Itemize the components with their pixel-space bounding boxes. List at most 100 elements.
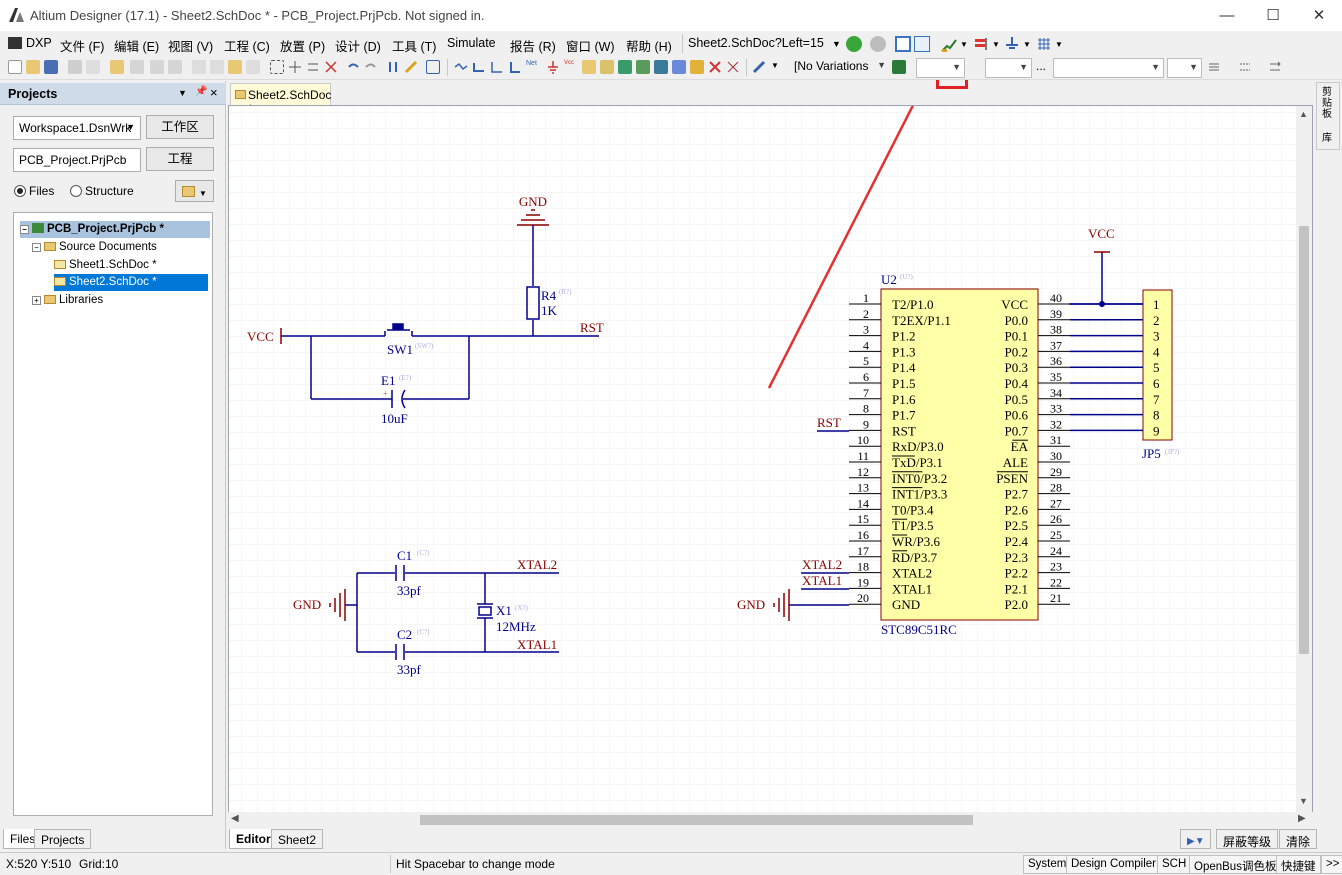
menu-tools[interactable]: 工具 (T) [392, 36, 436, 55]
sch-button[interactable]: SCH [1157, 855, 1192, 874]
scroll-down-icon[interactable]: ▼ [1299, 796, 1308, 806]
zoom-selected-icon[interactable] [168, 60, 182, 74]
design-compiler-button[interactable]: Design Compiler [1066, 855, 1162, 874]
document-icon[interactable] [914, 36, 930, 52]
diff-pair-icon[interactable] [726, 60, 740, 74]
clipboard-tab[interactable]: 剪贴板 [1322, 87, 1336, 120]
chevron-down-icon[interactable]: ▼ [1023, 40, 1031, 49]
project-field[interactable]: PCB_Project.PrjPcb [13, 148, 141, 172]
font-size-select[interactable]: ▼ [985, 58, 1032, 78]
signal-harness-icon[interactable] [508, 60, 522, 74]
address-field[interactable]: Sheet2.SchDoc?Left=15 [688, 36, 830, 50]
print-preview-icon[interactable] [86, 60, 100, 74]
device-sheet-icon[interactable] [636, 60, 650, 74]
back-icon[interactable] [846, 36, 862, 52]
new-icon[interactable] [8, 60, 22, 74]
align-icon[interactable] [1207, 60, 1221, 74]
place-wire-icon[interactable] [454, 60, 468, 74]
zoom-area-icon[interactable] [150, 60, 164, 74]
undo-icon[interactable] [346, 60, 360, 74]
close-button[interactable]: ✕ [1296, 0, 1342, 31]
place-bus-icon[interactable] [472, 60, 486, 74]
open-project-icon[interactable] [110, 60, 124, 74]
vcc-port-icon[interactable]: Vcc [564, 60, 578, 74]
redo-icon[interactable] [364, 60, 378, 74]
font-select[interactable]: ▼ [1053, 58, 1164, 78]
menu-reports[interactable]: 报告 (R) [510, 36, 556, 55]
project-options-button[interactable]: ▼ [175, 180, 214, 202]
clear-filter-icon[interactable] [324, 60, 338, 74]
library-tab[interactable]: 库 [1322, 129, 1336, 144]
save-icon[interactable] [44, 60, 58, 74]
expand-icon[interactable]: + [32, 296, 41, 305]
more-icon[interactable]: ... [1036, 59, 1046, 73]
menu-window[interactable]: 窗口 (W) [566, 36, 615, 55]
collapse-icon[interactable]: − [32, 243, 41, 252]
menu-edit[interactable]: 编辑 (E) [114, 36, 159, 55]
close-icon[interactable]: × [210, 85, 218, 100]
move-icon[interactable] [288, 60, 302, 74]
document-tab[interactable]: Sheet2.SchDoc * [230, 83, 331, 116]
harness-connector-icon[interactable] [654, 60, 668, 74]
scroll-up-icon[interactable]: ▲ [1299, 109, 1308, 119]
gnd-port-icon[interactable] [546, 60, 560, 74]
mask-filter-button[interactable]: ▶▼ [1180, 829, 1211, 849]
port-icon[interactable] [690, 60, 704, 74]
system-button[interactable]: System [1023, 855, 1072, 874]
open-icon[interactable] [26, 60, 40, 74]
tree-item-source-documents[interactable]: − Source Documents [32, 239, 157, 256]
minimize-button[interactable]: — [1204, 0, 1250, 31]
deselect-icon[interactable] [306, 60, 320, 74]
paste-icon[interactable] [228, 60, 242, 74]
vertical-scrollbar[interactable]: ▲ ▼ [1296, 106, 1312, 812]
collapse-icon[interactable]: − [20, 225, 29, 234]
zoom-fit-icon[interactable] [130, 60, 144, 74]
print-icon[interactable] [68, 60, 82, 74]
sheet-symbol-icon[interactable] [600, 60, 614, 74]
menu-simulate[interactable]: Simulate [447, 36, 496, 50]
more-panels-button[interactable]: >> [1321, 855, 1342, 874]
openbus-palette-button[interactable]: OpenBus调色板 [1189, 855, 1282, 874]
panel-menu-icon[interactable]: ▼ [178, 88, 187, 98]
menu-place[interactable]: 放置 (P) [280, 36, 325, 55]
copy-icon[interactable] [210, 60, 224, 74]
structure-radio[interactable]: Structure [70, 184, 134, 198]
maximize-button[interactable]: ☐ [1250, 0, 1296, 31]
tab-sheet2[interactable]: Sheet2 [271, 829, 324, 849]
grid-icon[interactable] [1036, 36, 1052, 52]
drawing-tools-icon[interactable] [752, 60, 766, 74]
browse-component-icon[interactable] [426, 60, 440, 74]
chevron-down-icon[interactable]: ▼ [992, 40, 1000, 49]
menu-file[interactable]: 文件 (F) [60, 36, 104, 55]
vertical-scroll-thumb[interactable] [1299, 226, 1309, 654]
power-port-icon[interactable] [1004, 36, 1020, 52]
net-label-icon[interactable]: Net [526, 60, 540, 74]
scroll-left-icon[interactable]: ◀ [231, 813, 239, 824]
hierarchy-icon[interactable] [386, 60, 400, 74]
chevron-down-icon[interactable]: ▼ [1055, 40, 1063, 49]
style-select[interactable]: ▼ [1167, 58, 1202, 78]
schematic-canvas[interactable]: GND R4 (R?) 1K VCC RST SW1 (SW?) + E1 (E… [228, 105, 1313, 813]
wire-tool-icon[interactable] [941, 37, 957, 53]
forward-icon[interactable] [870, 36, 886, 52]
harness-entry-icon[interactable] [672, 60, 686, 74]
chevron-down-icon[interactable]: ▼ [771, 61, 779, 70]
menu-view[interactable]: 视图 (V) [168, 36, 213, 55]
clear-mask-button[interactable]: 清除 [1279, 829, 1318, 849]
scroll-right-icon[interactable]: ▶ [1298, 813, 1306, 824]
sheet-entry-icon[interactable] [618, 60, 632, 74]
tree-item-libraries[interactable]: + Libraries [32, 292, 103, 309]
cut-icon[interactable] [192, 60, 206, 74]
variant-icon[interactable] [892, 60, 906, 74]
home-icon[interactable] [895, 36, 911, 52]
tree-item-project[interactable]: − PCB_Project.PrjPcb * [20, 221, 210, 238]
layer-select[interactable]: ▼ [916, 58, 965, 78]
pin-icon[interactable]: 📌 [195, 86, 207, 97]
rubber-stamp-icon[interactable] [246, 60, 260, 74]
menu-design[interactable]: 设计 (D) [335, 36, 381, 55]
chevron-down-icon[interactable]: ▼ [960, 40, 968, 49]
horizontal-scroll-thumb[interactable] [420, 815, 973, 825]
shortcuts-button[interactable]: 快捷键 [1276, 855, 1321, 874]
project-button[interactable]: 工程 [146, 147, 214, 171]
menu-project[interactable]: 工程 (C) [224, 36, 270, 55]
